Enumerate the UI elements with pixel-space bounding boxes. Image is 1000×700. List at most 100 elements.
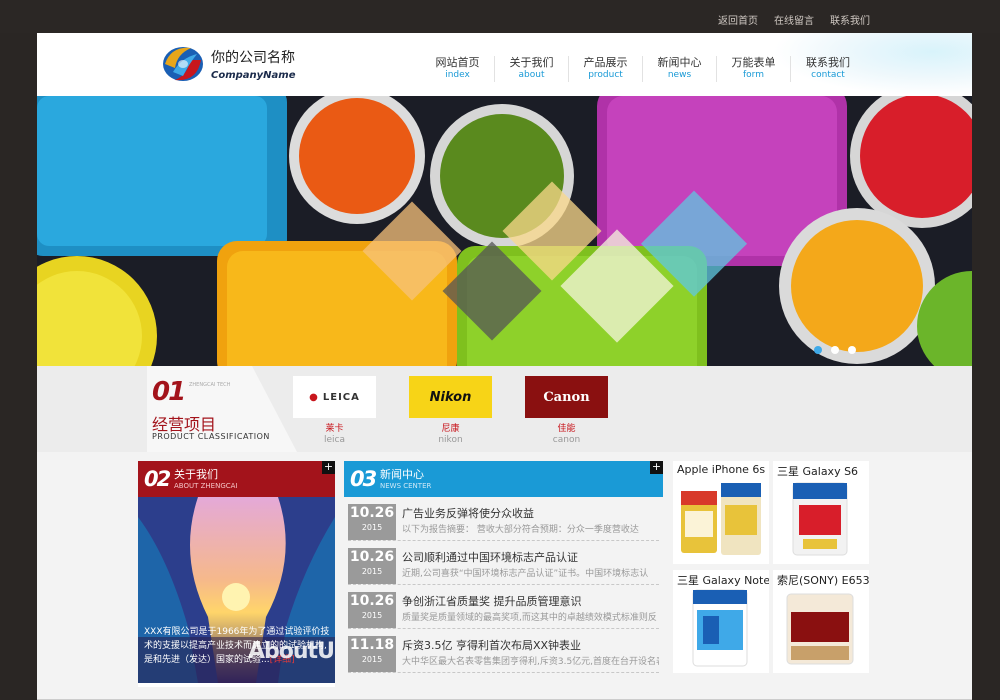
- nav-label: 万能表单: [731, 56, 776, 69]
- news-item[interactable]: 10.26 2015 广告业务反弹将使分众收益 以下为报告摘要： 营收大部分符合…: [348, 501, 659, 541]
- about-image: XXX有限公司是于1966年为了通过试验评价技术的支援以提高产业技术而建立的的试…: [138, 497, 335, 683]
- nav-label: 产品展示: [583, 56, 628, 69]
- nav-item-contact[interactable]: 联系我们 contact: [791, 56, 865, 82]
- nikon-logo: Nikon: [409, 376, 492, 418]
- news-date: 10.26 2015: [348, 592, 396, 628]
- news-title[interactable]: 公司顺利通过中国环境标志产品认证: [402, 549, 578, 565]
- brand-name-en: canon: [552, 435, 581, 445]
- section-number: 01: [152, 377, 186, 407]
- brand-logo-text: Canon: [543, 389, 590, 405]
- nav-label-en: news: [667, 70, 692, 80]
- slider-dot[interactable]: [848, 346, 856, 354]
- brand-item-leica[interactable]: ● LEICA 莱卡 leica: [293, 376, 376, 446]
- brand-logo-text: Nikon: [429, 389, 472, 405]
- company-logo-icon[interactable]: [161, 42, 205, 86]
- news-desc: 以下为报告摘要： 营收大部分符合预期：分众一季度营收达: [402, 525, 639, 535]
- news-day: 10.26: [349, 505, 395, 521]
- brand-name-en: leica: [323, 435, 345, 445]
- brand-item-nikon[interactable]: Nikon 尼康 nikon: [409, 376, 492, 446]
- product-card[interactable]: 索尼(SONY) E6533: [773, 570, 869, 673]
- slider-dot[interactable]: [831, 346, 839, 354]
- panel-number: 03: [350, 467, 377, 491]
- brands-section: 01 ZHENGCAI TECH 经营项目 PRODUCT CLASSIFICA…: [37, 366, 972, 452]
- panel-title-en: ABOUT ZHENGCAI: [174, 482, 238, 490]
- canon-logo: Canon: [525, 376, 608, 418]
- nav-item-product[interactable]: 产品展示 product: [569, 56, 643, 82]
- section-title-en: PRODUCT CLASSIFICATION: [152, 432, 270, 441]
- nav-label-en: product: [588, 70, 623, 80]
- news-desc: 大中华区最大名表零售集团亨得利,斥资3.5亿元,首度在台开设名表: [402, 657, 659, 667]
- product-name: 三星 Galaxy S6: [777, 465, 859, 478]
- news-day: 11.18: [349, 637, 395, 653]
- leica-dot-icon: ●: [309, 391, 319, 403]
- nav-item-news[interactable]: 新闻中心 news: [643, 56, 717, 82]
- news-desc: 质量奖是质量领域的最高奖项,而这其中的卓越绩效模式标准则反: [402, 613, 657, 623]
- link-contact[interactable]: 联系我们: [830, 12, 870, 27]
- leica-logo: ● LEICA: [293, 376, 376, 418]
- news-panel: 03 新闻中心 NEWS CENTER + 10.26 2015 广告业务反弹将…: [344, 461, 663, 687]
- news-item[interactable]: 10.26 2015 争创浙江省质量奖 提升品质管理意识 质量奖是质量领域的最高…: [348, 589, 659, 629]
- news-year: 2015: [361, 611, 383, 620]
- news-day: 10.26: [349, 549, 395, 565]
- news-year: 2015: [361, 655, 383, 664]
- panel-title-en: NEWS CENTER: [380, 482, 432, 490]
- brand-item-canon[interactable]: Canon 佳能 canon: [525, 376, 608, 446]
- about-header: 02 关于我们 ABOUT ZHENGCAI +: [138, 461, 335, 497]
- panel-number: 02: [144, 467, 171, 491]
- top-bar: 返回首页 在线留言 联系我们: [0, 0, 1000, 33]
- nav-item-index[interactable]: 网站首页 index: [421, 56, 495, 82]
- nav-label: 新闻中心: [657, 56, 702, 69]
- product-card[interactable]: Apple iPhone 6s: [673, 461, 769, 564]
- banner-image: [37, 96, 972, 366]
- news-title[interactable]: 争创浙江省质量奖 提升品质管理意识: [402, 593, 582, 609]
- about-overlay-text: AboutUs: [248, 639, 335, 664]
- news-title[interactable]: 广告业务反弹将使分众收益: [402, 505, 534, 521]
- news-year: 2015: [361, 523, 383, 532]
- news-date: 10.26 2015: [348, 548, 396, 584]
- page-container: 你的公司名称 CompanyName 网站首页 index 关于我们 about…: [37, 33, 972, 700]
- news-item[interactable]: 11.18 2015 斥资3.5亿 亨得利首次布局XX钟表业 大中华区最大名表零…: [348, 633, 659, 673]
- section-en-small: ZHENGCAI TECH: [189, 382, 231, 388]
- logo-text: 你的公司名称 CompanyName: [211, 47, 296, 81]
- product-name: 三星 Galaxy Note5: [677, 574, 769, 587]
- news-header: 03 新闻中心 NEWS CENTER +: [344, 461, 663, 497]
- brand-name: 莱卡: [325, 424, 344, 434]
- nav-item-form[interactable]: 万能表单 form: [717, 56, 791, 82]
- product-name: Apple iPhone 6s: [677, 463, 766, 476]
- company-name: 你的公司名称: [211, 50, 295, 66]
- nav-label: 关于我们: [509, 56, 554, 69]
- news-date: 11.18 2015: [348, 636, 396, 672]
- nav-item-about[interactable]: 关于我们 about: [495, 56, 569, 82]
- top-links: 返回首页 在线留言 联系我们: [718, 12, 870, 27]
- company-name-en: CompanyName: [211, 70, 296, 81]
- nav-label-en: form: [743, 70, 764, 80]
- product-card[interactable]: 三星 Galaxy Note5: [673, 570, 769, 673]
- panel-title: 关于我们: [174, 468, 218, 481]
- header: 你的公司名称 CompanyName 网站首页 index 关于我们 about…: [37, 33, 972, 96]
- product-card[interactable]: 三星 Galaxy S6: [773, 461, 869, 564]
- news-date: 10.26 2015: [348, 504, 396, 540]
- nav-label-en: contact: [811, 70, 845, 80]
- news-year: 2015: [361, 567, 383, 576]
- link-message[interactable]: 在线留言: [774, 12, 814, 27]
- more-plus-icon[interactable]: +: [650, 461, 663, 474]
- about-panel: 02 关于我们 ABOUT ZHENGCAI + XXX有限公司是于1966年为…: [138, 461, 335, 687]
- banner-slider[interactable]: [37, 96, 972, 366]
- nav-label-en: about: [518, 70, 545, 80]
- product-name: 索尼(SONY) E6533: [777, 574, 869, 587]
- news-day: 10.26: [349, 593, 395, 609]
- main-nav: 网站首页 index 关于我们 about 产品展示 product 新闻中心 …: [421, 56, 865, 82]
- brand-name: 佳能: [557, 424, 576, 434]
- nav-label: 网站首页: [435, 56, 480, 69]
- slider-dots: [814, 346, 856, 354]
- nav-label: 联系我们: [806, 56, 850, 69]
- link-home[interactable]: 返回首页: [718, 12, 758, 27]
- slider-dot[interactable]: [814, 346, 822, 354]
- brand-name: 尼康: [441, 424, 460, 434]
- news-title[interactable]: 斥资3.5亿 亨得利首次布局XX钟表业: [402, 637, 581, 653]
- more-plus-icon[interactable]: +: [322, 461, 335, 474]
- brand-name-en: nikon: [438, 435, 463, 445]
- news-item[interactable]: 10.26 2015 公司顺利通过中国环境标志产品认证 近期,公司喜获“中国环境…: [348, 545, 659, 585]
- news-desc: 近期,公司喜获“中国环境标志产品认证”证书。中国环境标志认: [402, 569, 649, 579]
- panel-title: 新闻中心: [380, 468, 424, 481]
